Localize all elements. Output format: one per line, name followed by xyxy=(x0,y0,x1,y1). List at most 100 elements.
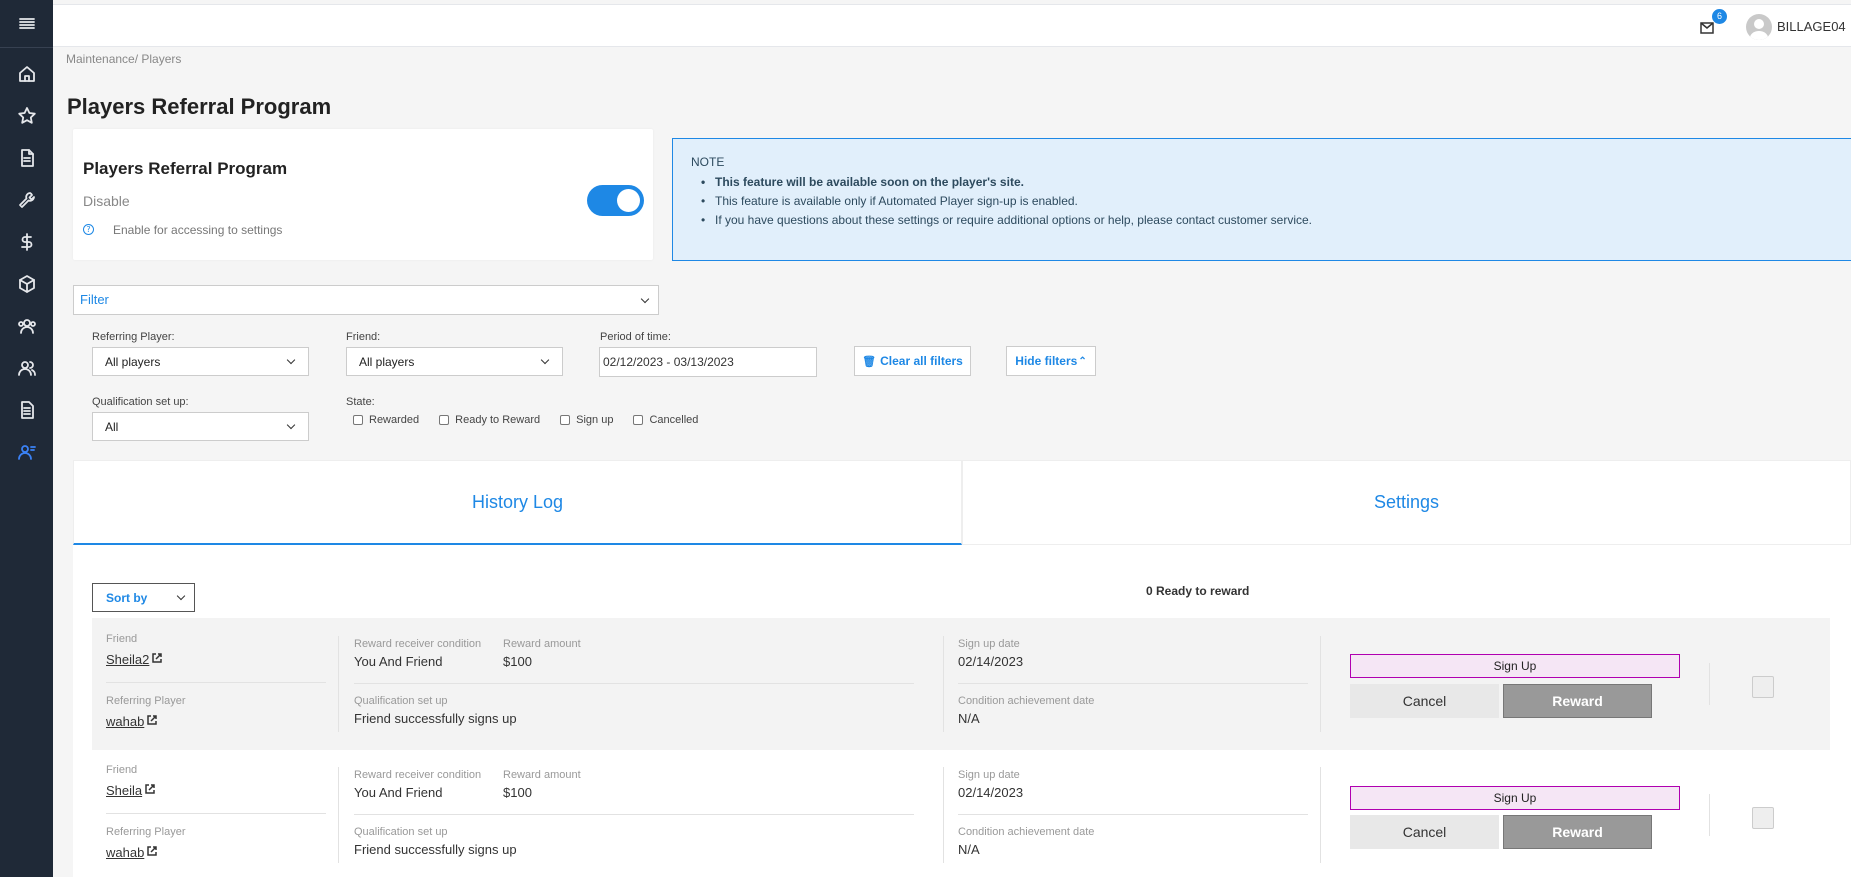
qualification-value: All xyxy=(105,420,119,434)
referring-player-label: Referring Player: xyxy=(92,331,175,343)
divider xyxy=(106,682,326,683)
condition-date-value: N/A xyxy=(958,842,980,857)
sort-label: Sort by xyxy=(106,591,148,605)
hide-filters-button[interactable]: Hide filters ⌃ xyxy=(1006,346,1096,376)
program-toggle[interactable] xyxy=(587,185,644,216)
divider xyxy=(338,767,339,863)
friend-label: Friend: xyxy=(346,331,381,343)
friend-select[interactable]: All players xyxy=(346,347,563,376)
document-icon[interactable] xyxy=(0,137,53,179)
chevron-down-icon xyxy=(176,591,186,601)
referring-player-name: wahab xyxy=(106,845,145,860)
state-ready-to-reward[interactable]: Ready to Reward xyxy=(439,414,540,426)
qualification-select[interactable]: All xyxy=(92,412,309,441)
sort-select[interactable]: Sort by xyxy=(92,583,195,612)
table-row: Friend Sheila2 Referring Player wahab Re… xyxy=(92,618,1830,750)
state-cancelled[interactable]: Cancelled xyxy=(633,414,698,426)
notification-badge: 6 xyxy=(1712,9,1727,24)
clear-filters-button[interactable]: 🗑 Clear all filters xyxy=(854,346,971,376)
chevron-down-icon xyxy=(286,355,296,365)
sign-up-date-value: 02/14/2023 xyxy=(958,654,1024,669)
referring-player-name: wahab xyxy=(106,714,145,729)
divider xyxy=(338,636,339,732)
reward-receiver-value: You And Friend xyxy=(354,785,443,800)
checkbox[interactable] xyxy=(560,415,571,425)
friend-name: Sheila2 xyxy=(106,652,150,667)
referring-player-link[interactable]: wahab xyxy=(106,713,158,729)
friend-link[interactable]: Sheila2 xyxy=(106,651,163,667)
state-rewarded[interactable]: Rewarded xyxy=(353,414,419,426)
note-item: If you have questions about these settin… xyxy=(691,211,1312,230)
row-select-checkbox[interactable] xyxy=(1752,807,1774,829)
friend-label: Friend xyxy=(106,764,138,776)
qualification-label: Qualification set up xyxy=(354,826,448,838)
group-icon[interactable] xyxy=(0,305,53,347)
page-title: Players Referral Program xyxy=(67,94,332,119)
status-sign-up-button[interactable]: Sign Up xyxy=(1350,786,1680,810)
note-list: This feature will be available soon on t… xyxy=(691,173,1312,230)
reward-button[interactable]: Reward xyxy=(1503,684,1652,718)
divider xyxy=(1709,663,1710,705)
referring-player-label: Referring Player xyxy=(106,826,186,838)
cancel-button[interactable]: Cancel xyxy=(1350,684,1499,718)
condition-date-label: Condition achievement date xyxy=(958,826,1095,838)
chevron-down-icon xyxy=(286,420,296,430)
divider xyxy=(354,814,914,815)
avatar[interactable] xyxy=(1746,14,1772,40)
reward-amount-value: $100 xyxy=(503,654,532,669)
dollar-icon[interactable] xyxy=(0,221,53,263)
state-label-sign-up: Sign up xyxy=(576,414,614,426)
checkbox[interactable] xyxy=(633,415,644,425)
help-text: Enable for accessing to settings xyxy=(113,223,283,237)
package-icon[interactable] xyxy=(0,263,53,305)
period-input[interactable]: 02/12/2023 - 03/13/2023 xyxy=(599,347,817,377)
users-icon[interactable] xyxy=(0,347,53,389)
condition-date-value: N/A xyxy=(958,711,980,726)
star-icon[interactable] xyxy=(0,95,53,137)
checkbox[interactable] xyxy=(439,415,450,425)
state-sign-up[interactable]: Sign up xyxy=(560,414,613,426)
hide-filters-label: Hide filters xyxy=(1015,354,1078,368)
divider xyxy=(1320,767,1321,863)
friend-link[interactable]: Sheila xyxy=(106,782,155,798)
referral-icon[interactable] xyxy=(0,431,53,473)
divider xyxy=(958,683,1308,684)
wrench-icon[interactable] xyxy=(0,179,53,221)
report-icon[interactable] xyxy=(0,389,53,431)
trash-icon: 🗑 xyxy=(862,355,877,368)
note-item: This feature will be available soon on t… xyxy=(691,173,1312,192)
state-label: State: xyxy=(346,396,375,408)
note-box: NOTE This feature will be available soon… xyxy=(672,138,1851,261)
divider xyxy=(943,636,944,732)
external-link-icon xyxy=(145,782,155,794)
friend-label: Friend xyxy=(106,633,138,645)
reward-button[interactable]: Reward xyxy=(1503,815,1652,849)
state-label-ready: Ready to Reward xyxy=(455,414,541,426)
breadcrumb[interactable]: Maintenance/ Players xyxy=(66,52,181,66)
row-select-checkbox[interactable] xyxy=(1752,676,1774,698)
tabs: History Log Settings xyxy=(73,460,1851,545)
filter-label: Filter xyxy=(80,292,109,307)
tab-settings[interactable]: Settings xyxy=(962,460,1851,545)
status-sign-up-button[interactable]: Sign Up xyxy=(1350,654,1680,678)
divider xyxy=(958,814,1308,815)
reward-receiver-label: Reward receiver condition xyxy=(354,769,482,781)
reward-amount-label: Reward amount xyxy=(503,769,581,781)
filter-select[interactable]: Filter xyxy=(73,285,659,315)
program-state: Disable xyxy=(83,193,130,209)
chevron-down-icon xyxy=(640,294,650,304)
checkbox[interactable] xyxy=(353,415,363,425)
referring-player-value: All players xyxy=(105,355,161,369)
username[interactable]: BILLAGE04 xyxy=(1777,19,1846,34)
cancel-button[interactable]: Cancel xyxy=(1350,815,1499,849)
referring-player-select[interactable]: All players xyxy=(92,347,309,376)
menu-icon[interactable] xyxy=(0,0,53,48)
state-label-cancelled: Cancelled xyxy=(649,414,699,426)
qualification-label: Qualification set up xyxy=(354,695,448,707)
chevron-up-icon: ⌃ xyxy=(1078,355,1087,367)
referring-player-link[interactable]: wahab xyxy=(106,844,158,860)
mail-icon[interactable] xyxy=(1700,19,1714,34)
home-icon[interactable] xyxy=(0,53,53,95)
qualification-value: Friend successfully signs up xyxy=(354,842,517,857)
tab-history-log[interactable]: History Log xyxy=(73,460,962,545)
